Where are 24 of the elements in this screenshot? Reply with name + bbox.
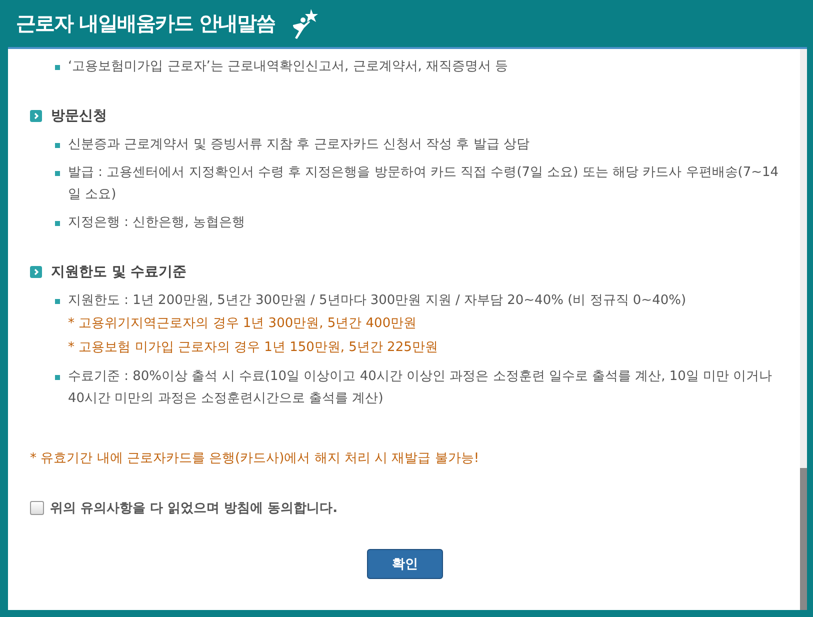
item-text: ‘고용보험미가입 근로자’는 근로내역확인신고서, 근로계약서, 재직증명서 등 [68,58,508,76]
bullet-icon [55,299,60,304]
section-heading: 지원한도 및 수료기준 [51,263,187,281]
note-text: * 고용보험 미가입 근로자의 경우 1년 150만원, 5년간 225만원 [68,339,439,357]
section-heading: 방문신청 [51,107,107,125]
window-title: 근로자 내일배움카드 안내말씀 [16,10,275,37]
agreement-label: 위의 유의사항을 다 읽었으며 방침에 동의합니다. [50,500,338,517]
scrollbar[interactable] [800,49,807,610]
item-text: 지원한도 : 1년 200만원, 5년간 300만원 / 5년마다 300만원 지원 / 자부담 20~40% (비 정규직 0~40%) [68,292,686,310]
bullet-icon [55,143,60,148]
item-text: 신분증과 근로계약서 및 증빙서류 지참 후 근로자카드 신청서 작성 후 발급 상담 [68,136,530,154]
item-text: 지정은행 : 신한은행, 농협은행 [68,214,245,232]
bullet-icon [55,375,60,380]
warning-text: * 유효기간 내에 근로자카드를 은행(카드사)에서 해지 처리 시 재발급 불가능! [30,450,480,467]
checkbox[interactable] [30,501,44,515]
note-text: * 고용위기지역근로자의 경우 1년 300만원, 5년간 400만원 [68,315,418,333]
confirm-button[interactable]: 확인 [367,549,443,579]
bullet-icon [55,171,60,176]
item-text: 발급 : 고용센터에서 지정확인서 수령 후 지정은행을 방문하여 카드 직접 수령(7일 소요) 또는 해당 카드사 우편배송(7~14일 소요) [68,164,780,204]
bullet-icon [55,221,60,226]
bullet-icon [55,65,60,70]
chevron-icon [30,266,42,278]
item-text: 수료기준 : 80%이상 출석 시 수료(10일 이상이고 40시간 이상인 과정은 소정훈련 일수로 출석를 계산, 10일 미만 이거나 40시간 미만의 과정은 소정훈련시간으로 출석를 계산) [68,368,774,408]
chevron-icon [30,110,42,122]
